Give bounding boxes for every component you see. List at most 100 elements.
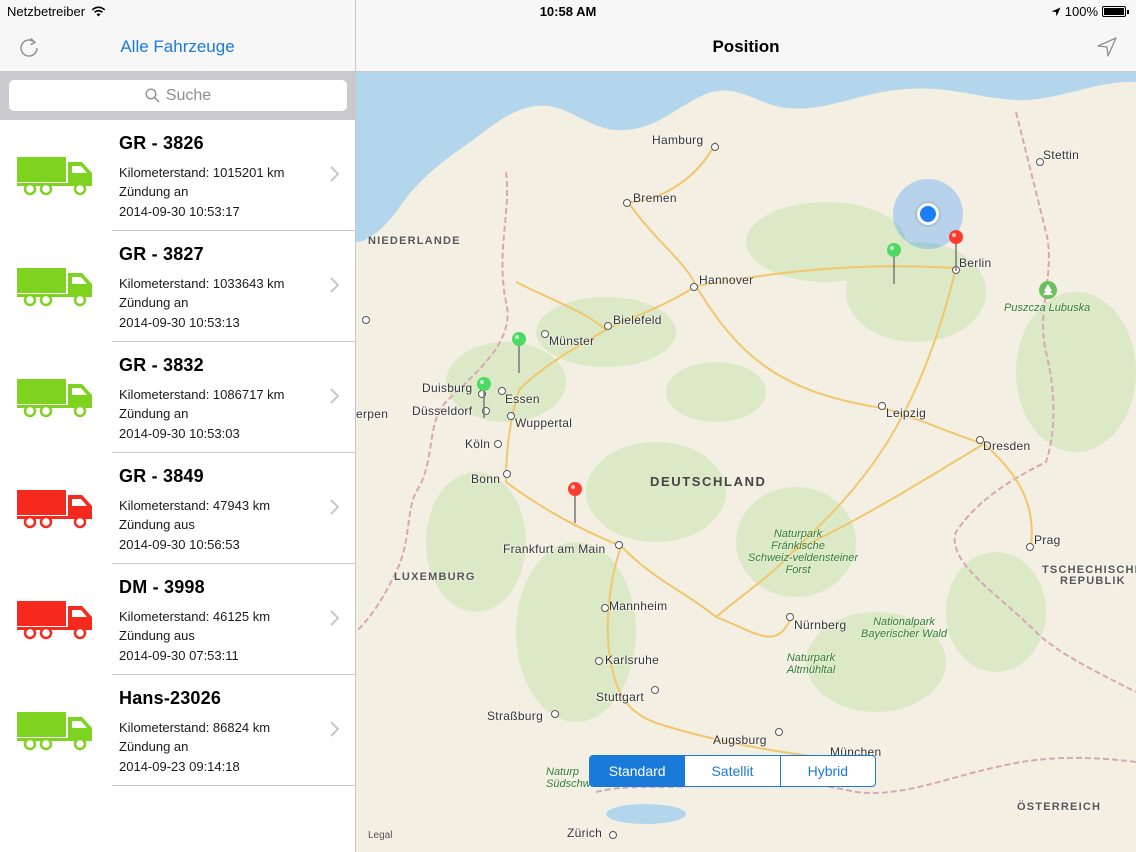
city-dot <box>503 470 511 478</box>
map-pin-red[interactable] <box>567 481 583 529</box>
chevron-right-icon <box>330 499 339 515</box>
city-label-prag: Prag <box>1034 533 1061 547</box>
city-dot <box>601 604 609 612</box>
map-pin-red[interactable] <box>948 229 964 277</box>
city-label-bremen: Bremen <box>633 191 677 205</box>
battery-icon <box>1102 6 1129 17</box>
map-type-satellit[interactable]: Satellit <box>684 756 779 786</box>
country-label-niederlande: NIEDERLANDE <box>368 235 461 247</box>
park-tree-icon <box>1039 281 1057 299</box>
city-dot <box>551 710 559 718</box>
city-label-strassburg: Straßburg <box>487 709 544 723</box>
vehicle-row[interactable]: GR - 3827 Kilometerstand: 1033643 km Zün… <box>0 231 355 342</box>
park-label-puszcza: Puszcza Lubuska <box>1004 302 1091 314</box>
city-dot <box>786 613 794 621</box>
status-right: 100% <box>1051 4 1129 19</box>
city-dot <box>362 316 370 324</box>
city-label-mannheim: Mannheim <box>609 599 668 613</box>
legal-link[interactable]: Legal <box>368 830 392 841</box>
city-dot <box>609 831 617 839</box>
country-label-luxemburg: LUXEMBURG <box>394 571 476 583</box>
park-label-frankische: Naturpark Fränkische Schweiz-veldenstein… <box>748 528 859 576</box>
country-label-deutschland: DEUTSCHLAND <box>650 474 767 489</box>
park-label-line: Bayerischer Wald <box>861 628 947 640</box>
city-dot <box>651 686 659 694</box>
vehicle-mileage: Kilometerstand: 86824 km <box>119 720 271 735</box>
truck-icon <box>17 712 92 751</box>
map-pin-green[interactable] <box>511 331 527 379</box>
city-dot <box>711 143 719 151</box>
city-dot <box>494 440 502 448</box>
city-label-koeln: Köln <box>465 437 491 451</box>
current-location-icon[interactable] <box>917 203 939 225</box>
map-view[interactable]: Hamburg Bremen Hannover Berlin Stettin B… <box>356 72 1136 852</box>
position-pane: Position Hamburg Bremen Hannover Berlin … <box>356 0 1136 852</box>
city-dot <box>604 322 612 330</box>
lake <box>606 804 686 824</box>
city-label-hannover: Hannover <box>699 273 754 287</box>
country-label-oesterreich: ÖSTERREICH <box>1017 801 1102 813</box>
vehicle-timestamp: 2014-09-30 10:53:03 <box>119 426 240 441</box>
park-label-bayerischer-wald: Nationalpark Bayerischer Wald <box>854 616 954 640</box>
vehicle-timestamp: 2014-09-30 10:56:53 <box>119 537 240 552</box>
truck-icon <box>17 268 92 307</box>
city-dot <box>1026 543 1034 551</box>
vehicle-name: GR - 3826 <box>119 133 204 153</box>
city-label-duesseldorf: Düsseldorf <box>412 404 473 418</box>
map-type-hybrid[interactable]: Hybrid <box>779 756 875 786</box>
city-label-wuppertal: Wuppertal <box>515 416 573 430</box>
map-pin-green[interactable] <box>476 376 492 424</box>
search-placeholder: Suche <box>165 86 212 104</box>
vehicle-ignition: Zündung an <box>119 406 189 421</box>
search-icon <box>145 88 160 103</box>
chevron-right-icon <box>330 277 339 293</box>
truck-icon <box>17 379 92 418</box>
park-label-line: Fränkische <box>771 540 825 552</box>
vehicle-list: GR - 3826 Kilometerstand: 1015201 km Zün… <box>0 120 355 786</box>
vehicle-row[interactable]: GR - 3849 Kilometerstand: 47943 km Zündu… <box>0 453 355 564</box>
detail-title: Position <box>712 37 780 56</box>
green-areas <box>426 202 1136 722</box>
vehicle-mileage: Kilometerstand: 47943 km <box>119 498 271 513</box>
city-label-essen: Essen <box>505 392 540 406</box>
city-dot <box>775 728 783 736</box>
vehicle-row[interactable]: GR - 3832 Kilometerstand: 1086717 km Zün… <box>0 342 355 453</box>
truck-icon <box>17 601 92 640</box>
park-label-line: Altmühltal <box>786 664 836 676</box>
vehicle-row[interactable]: Hans-23026 Kilometerstand: 86824 km Zünd… <box>0 675 355 786</box>
vehicle-ignition: Zündung an <box>119 184 189 199</box>
map-type-standard[interactable]: Standard <box>590 756 685 786</box>
city-label-augsburg: Augsburg <box>713 733 767 747</box>
park-label-line: Nationalpark <box>873 616 935 628</box>
city-label-stettin: Stettin <box>1043 148 1080 162</box>
battery-percent: 100% <box>1064 4 1098 19</box>
city-dot <box>878 402 886 410</box>
location-arrow-icon[interactable] <box>1096 36 1118 58</box>
vehicle-row[interactable]: GR - 3826 Kilometerstand: 1015201 km Zün… <box>0 120 355 231</box>
vehicle-mileage: Kilometerstand: 1015201 km <box>119 165 285 180</box>
city-label-hamburg: Hamburg <box>652 133 704 147</box>
city-label-karlsruhe: Karlsruhe <box>605 653 660 667</box>
vehicle-list-title: Alle Fahrzeuge <box>120 37 235 56</box>
chevron-right-icon <box>330 388 339 404</box>
vehicle-ignition: Zündung an <box>119 295 189 310</box>
vehicle-timestamp: 2014-09-30 07:53:11 <box>119 648 239 663</box>
park-label-line: Schweiz-veldensteiner <box>748 552 859 564</box>
vehicle-name: DM - 3998 <box>119 577 205 597</box>
vehicle-mileage: Kilometerstand: 1033643 km <box>119 276 285 291</box>
vehicle-name: GR - 3827 <box>119 244 204 264</box>
city-label-bonn: Bonn <box>471 472 501 486</box>
vehicle-name: Hans-23026 <box>119 688 222 708</box>
search-input[interactable]: Suche <box>9 80 347 111</box>
vehicle-row[interactable]: DM - 3998 Kilometerstand: 46125 km Zündu… <box>0 564 355 675</box>
vehicle-timestamp: 2014-09-30 10:53:17 <box>119 204 240 219</box>
chevron-right-icon <box>330 721 339 737</box>
map-type-segmented-control: Standard Satellit Hybrid <box>589 755 876 787</box>
city-dot <box>507 412 515 420</box>
vehicle-ignition: Zündung aus <box>119 628 195 643</box>
city-label-nuernberg: Nürnberg <box>794 618 847 632</box>
city-label-zuerich: Zürich <box>567 826 603 840</box>
vehicle-ignition: Zündung aus <box>119 517 195 532</box>
map-pin-green[interactable] <box>886 242 902 290</box>
vehicle-timestamp: 2014-09-23 09:14:18 <box>119 759 240 774</box>
